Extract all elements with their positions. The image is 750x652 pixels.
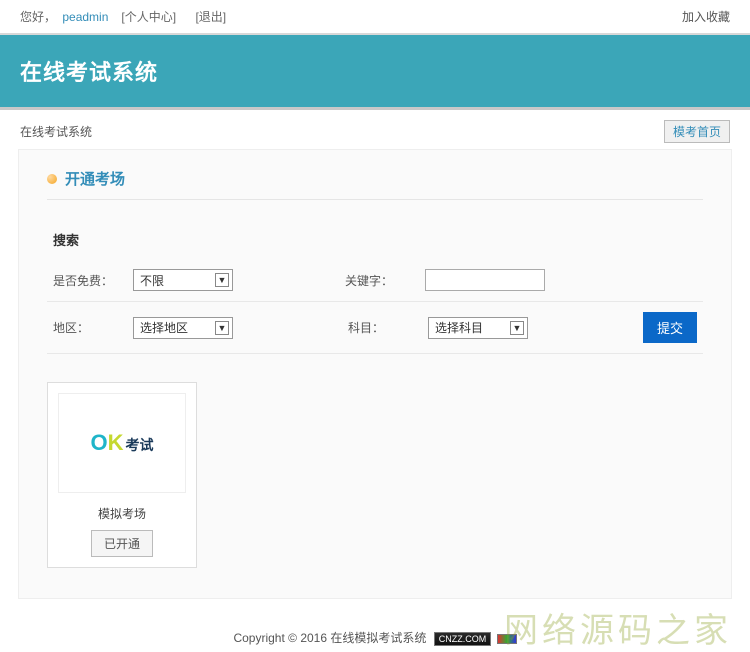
card-thumbnail: OK考试	[58, 393, 186, 493]
exam-card: OK考试 模拟考场 已开通	[47, 382, 197, 568]
mock-home-button[interactable]: 模考首页	[664, 120, 730, 143]
personal-center-link[interactable]: [个人中心]	[115, 10, 179, 24]
bullet-icon	[47, 174, 57, 184]
chevron-down-icon: ▼	[215, 321, 229, 335]
page-title: 在线考试系统	[20, 55, 730, 87]
cnzz-badge[interactable]: CNZZ.COM	[434, 632, 492, 646]
greeting-text: 您好，	[20, 10, 56, 24]
ok-logo: OK考试	[90, 430, 153, 456]
free-label: 是否免费：	[53, 272, 123, 289]
region-label: 地区：	[53, 319, 123, 336]
panel-title: 开通考场	[47, 168, 703, 200]
breadcrumb: 在线考试系统	[20, 123, 92, 140]
free-select[interactable]: 不限 ▼	[133, 269, 233, 291]
subject-label: 科目：	[348, 319, 418, 336]
keyword-label: 关键字：	[345, 272, 415, 289]
form-row-2: 地区： 选择地区 ▼ 科目： 选择科目 ▼ 提交	[47, 302, 703, 354]
chevron-down-icon: ▼	[215, 273, 229, 287]
subject-select[interactable]: 选择科目 ▼	[428, 317, 528, 339]
card-name: 模拟考场	[58, 505, 186, 522]
watermark-text: 网络源码之家	[504, 603, 732, 652]
card-status-button[interactable]: 已开通	[91, 530, 153, 557]
stat-icon	[497, 634, 517, 644]
add-favorite-link[interactable]: 加入收藏	[682, 8, 730, 25]
submit-button[interactable]: 提交	[643, 312, 697, 343]
search-heading: 搜索	[53, 230, 703, 249]
logout-link[interactable]: [退出]	[185, 10, 229, 24]
footer: Copyright © 2016 在线模拟考试系统 CNZZ.COM 网络源码之…	[0, 617, 750, 650]
region-select[interactable]: 选择地区 ▼	[133, 317, 233, 339]
main-panel: 开通考场 搜索 是否免费： 不限 ▼ 关键字： 地区： 选择地区 ▼ 科目：	[18, 149, 732, 599]
keyword-input[interactable]	[425, 269, 545, 291]
breadcrumb-row: 在线考试系统 模考首页	[0, 110, 750, 149]
username-link[interactable]: peadmin	[62, 10, 108, 24]
chevron-down-icon: ▼	[510, 321, 524, 335]
copyright-text: Copyright © 2016 在线模拟考试系统	[233, 631, 426, 645]
header-band: 在线考试系统	[0, 33, 750, 110]
form-row-1: 是否免费： 不限 ▼ 关键字：	[47, 259, 703, 302]
top-bar: 您好， peadmin [个人中心] [退出] 加入收藏	[0, 0, 750, 33]
